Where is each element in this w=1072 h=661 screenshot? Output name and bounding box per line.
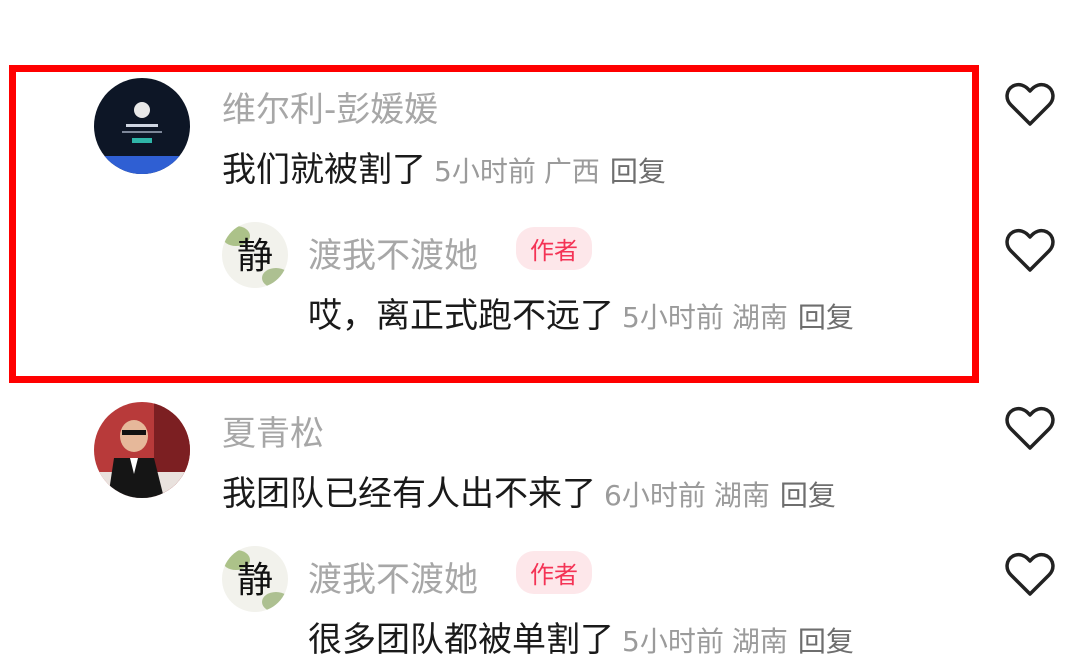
reply-author-name[interactable]: 渡我不渡她	[308, 228, 478, 277]
reply-text: 很多团队都被单割了 5小时前 湖南 回复	[308, 612, 854, 661]
previous-comment-fragment	[300, 0, 900, 8]
author-avatar[interactable]: 静	[222, 546, 288, 612]
comment-text: 我们就被割了 5小时前 广西 回复	[222, 142, 666, 191]
reply-button[interactable]: 回复	[798, 625, 854, 658]
reply-author-name[interactable]: 渡我不渡她	[308, 552, 478, 601]
comment-time: 5小时前	[434, 155, 536, 188]
reply-text: 哎，离正式跑不远了 5小时前 湖南 回复	[308, 288, 854, 337]
reply-time: 5小时前	[622, 625, 724, 658]
comment-author-name[interactable]: 维尔利-彭媛媛	[222, 82, 438, 131]
reply-body: 哎，离正式跑不远了	[308, 296, 614, 336]
reply-location: 湖南	[731, 301, 788, 334]
avatar-glyph: 静	[237, 560, 273, 601]
author-avatar[interactable]: 静	[222, 222, 288, 288]
avatar[interactable]	[94, 78, 190, 174]
heart-icon[interactable]	[1004, 406, 1056, 452]
author-badge: 作者	[516, 551, 592, 594]
avatar[interactable]	[94, 402, 190, 498]
reply-body: 很多团队都被单割了	[308, 620, 614, 660]
heart-icon[interactable]	[1004, 82, 1056, 128]
reply-time: 5小时前	[622, 301, 724, 334]
reply-location: 湖南	[731, 625, 788, 658]
comment-body: 我团队已经有人出不来了	[222, 474, 596, 514]
reply-button[interactable]: 回复	[780, 479, 836, 512]
heart-icon[interactable]	[1004, 228, 1056, 274]
comment-author-name[interactable]: 夏青松	[222, 406, 324, 455]
reply-button[interactable]: 回复	[610, 155, 666, 188]
reply-button[interactable]: 回复	[798, 301, 854, 334]
comment-time: 6小时前	[604, 479, 706, 512]
comment-text: 我团队已经有人出不来了 6小时前 湖南 回复	[222, 466, 836, 515]
avatar-glyph: 静	[237, 236, 273, 277]
comment-location: 湖南	[713, 479, 770, 512]
comment-location: 广西	[543, 155, 600, 188]
author-badge: 作者	[516, 227, 592, 270]
heart-icon[interactable]	[1004, 552, 1056, 598]
comment-body: 我们就被割了	[222, 150, 426, 190]
